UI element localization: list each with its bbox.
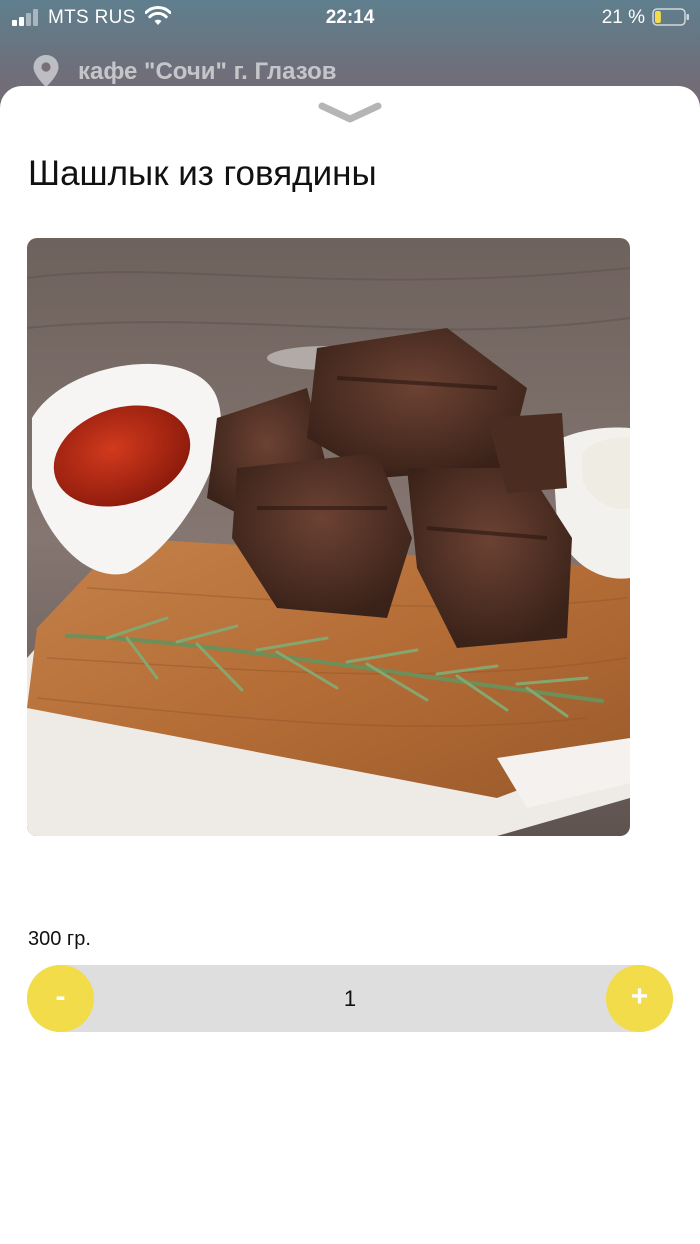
dish-photo	[27, 238, 630, 836]
chevron-down-icon[interactable]	[318, 100, 382, 124]
increase-quantity-button[interactable]: +	[606, 965, 673, 1032]
quantity-stepper: - 1 +	[27, 965, 673, 1032]
quantity-value: 1	[343, 986, 357, 1011]
map-pin-icon	[33, 55, 59, 87]
product-title: Шашлык из говядины	[28, 154, 377, 193]
location-label: кафе "Сочи" г. Глазов	[78, 58, 337, 85]
battery-percent: 21 %	[601, 7, 645, 28]
battery-icon	[652, 8, 689, 26]
decrease-quantity-button[interactable]: -	[27, 965, 94, 1032]
status-bar: MTS RUS 22:14 21 %	[0, 0, 700, 36]
product-sheet: Шашлык из говядины 300 гр. - 1 +	[0, 86, 700, 1244]
clock: 22:14	[325, 7, 375, 28]
portion-weight: 300 гр.	[28, 928, 91, 950]
